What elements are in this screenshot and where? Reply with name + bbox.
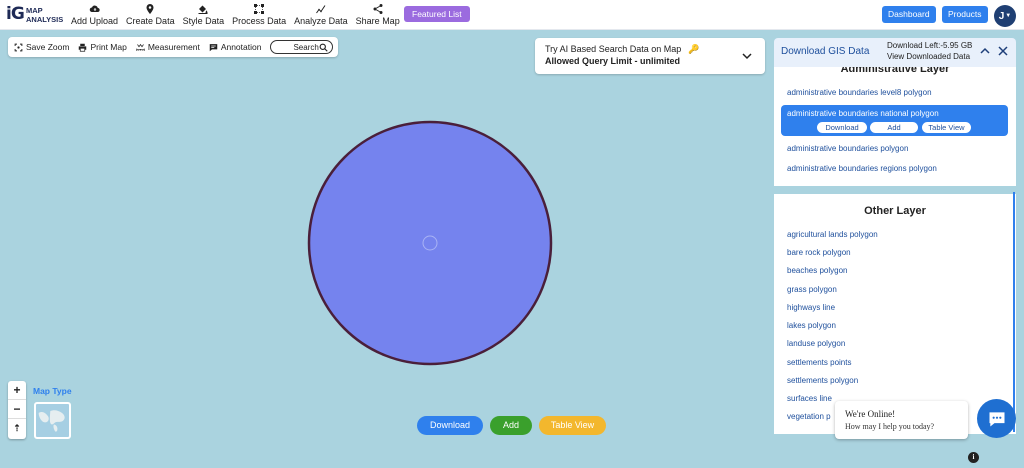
chevron-down-icon[interactable] — [741, 50, 753, 62]
featured-list-button[interactable]: Featured List — [404, 6, 470, 22]
chevron-up-icon[interactable] — [979, 45, 991, 57]
layer-link[interactable]: vegetation p — [787, 412, 831, 421]
nav-process-data[interactable]: Process Data — [231, 3, 287, 26]
nav-create-data[interactable]: Create Data — [125, 3, 176, 26]
main-nav: Add Upload Create Data Style Data Proces… — [70, 3, 401, 26]
logo[interactable]: iG MAP ANALYSIS — [6, 4, 64, 26]
nav-add-upload[interactable]: Add Upload — [70, 3, 119, 26]
layer-link[interactable]: administrative boundaries polygon — [787, 144, 908, 153]
layer-table-view-button[interactable]: Table View — [922, 122, 971, 133]
nav-share-map[interactable]: Share Map — [355, 3, 401, 26]
share-icon — [373, 4, 383, 14]
layer-link[interactable]: grass polygon — [787, 285, 837, 294]
ruler-icon — [136, 43, 145, 51]
chat-online-text: We're Online! — [845, 409, 896, 419]
zoom-controls: + − ⇡ — [8, 381, 26, 439]
nav-analyze-data[interactable]: Analyze Data — [293, 3, 349, 26]
selected-layer-row[interactable]: administrative boundaries national polyg… — [781, 105, 1008, 136]
user-initial: J — [998, 10, 1005, 22]
chat-icon — [989, 411, 1004, 426]
boundary-polygon[interactable] — [305, 118, 555, 368]
nav-label: Add Upload — [71, 16, 119, 26]
reset-north-button[interactable]: ⇡ — [8, 419, 26, 438]
layer-link[interactable]: administrative boundaries regions polygo… — [787, 164, 937, 173]
layer-link[interactable]: highways line — [787, 303, 835, 312]
print-map-label: Print Map — [90, 42, 127, 52]
search-label: Search — [293, 42, 319, 52]
nav-label: Style Data — [182, 16, 225, 26]
comment-icon — [209, 43, 218, 51]
gis-panel-header: Download GIS Data Download Left:-5.95 GB… — [774, 38, 1016, 67]
map-type-label: Map Type — [33, 386, 72, 396]
administrative-layer-heading: Administrative Layer — [840, 67, 950, 75]
layer-link[interactable]: lakes polygon — [787, 321, 836, 330]
download-button[interactable]: Download — [417, 416, 483, 435]
zoom-out-button[interactable]: − — [8, 400, 26, 419]
nav-style-data[interactable]: Style Data — [182, 3, 226, 26]
user-avatar[interactable]: J ▼ — [994, 5, 1016, 27]
logo-line1: MAP — [26, 6, 43, 15]
table-view-button[interactable]: Table View — [539, 416, 606, 435]
caret-down-icon: ▼ — [1005, 13, 1012, 19]
other-layer-panel: Other Layer agricultural lands polygon b… — [774, 194, 1016, 434]
add-button[interactable]: Add — [490, 416, 532, 435]
panel-scrollbar[interactable] — [1013, 192, 1015, 432]
nav-label: Analyze Data — [294, 16, 348, 26]
annotation-button[interactable]: Annotation — [209, 42, 262, 52]
map-search-input[interactable]: Search — [270, 40, 333, 54]
paint-bucket-icon — [198, 5, 208, 14]
layer-link[interactable]: administrative boundaries level8 polygon — [787, 88, 932, 97]
map-toolbar: Save Zoom Print Map Measurement Annotati… — [8, 37, 338, 57]
query-limit-text: Allowed Query Limit - unlimited — [545, 56, 681, 66]
logo-line2: ANALYSIS — [26, 15, 64, 24]
view-downloaded-link[interactable]: View Downloaded Data — [887, 52, 970, 61]
layer-download-button[interactable]: Download — [817, 122, 867, 133]
nav-label: Process Data — [232, 16, 287, 26]
layer-link[interactable]: settlements polygon — [787, 376, 858, 385]
chat-help-text: How may I help you today? — [845, 422, 935, 431]
ai-search-panel[interactable]: Try AI Based Search Data on Map 🔑 Allowe… — [535, 38, 765, 74]
layer-link[interactable]: settlements points — [787, 358, 851, 367]
layer-add-button[interactable]: Add — [870, 122, 918, 133]
measurement-label: Measurement — [147, 42, 200, 52]
map-pin-icon — [146, 4, 154, 14]
other-layer-heading: Other Layer — [864, 205, 926, 217]
measurement-button[interactable]: Measurement — [136, 42, 200, 52]
products-button[interactable]: Products — [942, 6, 988, 23]
close-icon[interactable] — [997, 45, 1009, 57]
dashboard-button[interactable]: Dashboard — [882, 6, 936, 23]
search-icon — [319, 43, 328, 52]
top-bar: iG MAP ANALYSIS Add Upload Create Data S… — [0, 0, 1024, 30]
layer-link[interactable]: beaches polygon — [787, 266, 848, 275]
layer-link[interactable]: surfaces line — [787, 394, 832, 403]
focus-icon — [14, 43, 23, 51]
download-left-text: Download Left:-5.95 GB — [887, 41, 973, 50]
ai-search-title: Try AI Based Search Data on Map — [545, 44, 682, 54]
layer-link[interactable]: agricultural lands polygon — [787, 230, 878, 239]
world-map-icon — [38, 410, 65, 432]
key-icon: 🔑 — [688, 44, 700, 54]
nodes-icon — [254, 4, 265, 14]
logo-mark: iG — [6, 4, 25, 24]
save-zoom-button[interactable]: Save Zoom — [14, 42, 69, 52]
nav-label: Create Data — [126, 16, 175, 26]
chat-button[interactable] — [977, 399, 1016, 438]
zoom-in-button[interactable]: + — [8, 381, 26, 400]
layer-link[interactable]: landuse polygon — [787, 339, 845, 348]
chat-bubble[interactable]: We're Online! How may I help you today? — [835, 401, 968, 439]
nav-label: Share Map — [355, 16, 400, 26]
layer-link[interactable]: bare rock polygon — [787, 248, 851, 257]
annotation-label: Annotation — [220, 42, 262, 52]
printer-icon — [79, 43, 87, 52]
info-icon[interactable]: i — [968, 452, 979, 463]
analyze-icon — [315, 5, 326, 14]
selected-layer-name: administrative boundaries national polyg… — [787, 109, 939, 118]
gis-panel-title: Download GIS Data — [781, 46, 870, 57]
map-type-thumbnail[interactable] — [34, 402, 71, 439]
polygon-shape[interactable] — [307, 120, 553, 366]
print-map-button[interactable]: Print Map — [78, 42, 127, 52]
save-zoom-label: Save Zoom — [26, 42, 70, 52]
cloud-upload-icon — [89, 5, 100, 13]
administrative-layer-panel: Administrative Layer administrative boun… — [774, 67, 1016, 186]
